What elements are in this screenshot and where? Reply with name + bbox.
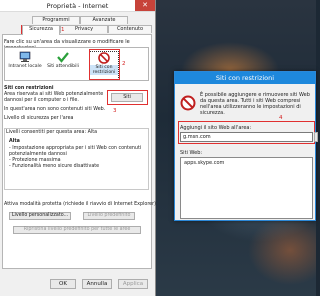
titlebar: Proprietà - Internet ✕ [0,0,155,12]
list-item[interactable]: apps.skype.com [184,160,224,166]
zone-label-trusted: Siti attendibili [47,64,79,69]
sr-message: È possibile aggiungere e rimuovere siti … [200,92,310,116]
close-button[interactable]: ✕ [135,0,155,11]
zone-heading: Siti con restrizioni [4,86,54,91]
level-heading: Livello di sicurezza per l'area [4,116,74,121]
dialog-title: Proprietà - Internet [46,2,109,10]
protected-mode-checkbox[interactable]: Attiva modalità protetta (richiede il ri… [4,202,156,207]
step-1-label: 1 [61,27,65,33]
highlight-siti-button [107,90,148,105]
ok-button[interactable]: OK [50,279,76,289]
level-bullet-1b: potenzialmente dannosi [9,152,67,157]
level-allowed-text: Livelli consentiti per questa area: Alta [6,130,98,135]
check-icon [57,52,69,63]
level-bullet-3: - Funzionalità meno sicure disattivate [9,164,100,169]
tab-row-top: Programmi Avanzate [2,16,154,25]
zone-intranet[interactable]: Intranet locale [7,51,43,69]
restricted-warning-icon [180,95,196,111]
step-2-label: 2 [122,61,126,67]
level-bullet-1: - Impostazione appropriata per i siti We… [9,146,142,151]
sr-dialog-title: Siti con restrizioni [215,74,275,82]
security-level-box: Livelli consentiti per questa area: Alta… [4,128,149,190]
internet-properties-dialog: Proprietà - Internet ✕ Programmi Avanzat… [0,0,156,296]
cancel-button[interactable]: Annulla [82,279,112,289]
sites-label: Siti Web: [180,150,203,156]
reset-all-button[interactable]: Ripristina livello predefinito per tutte… [13,226,141,234]
level-name: Alta [9,139,20,144]
custom-level-button[interactable]: Livello personalizzato... [9,212,71,220]
highlight-add-site [178,121,315,144]
security-panel: Fare clic su un'area da visualizzare o m… [2,34,156,269]
zone-trusted[interactable]: Siti attendibili [45,51,81,69]
default-level-button[interactable]: Livello predefinito [83,212,135,220]
tab-programmi[interactable]: Programmi [32,16,80,24]
zone-label-intranet: Intranet locale [8,64,42,69]
level-bullet-2: - Protezione massima [9,158,61,163]
zone-desc-line-1: Area riservata ai siti Web potenzialment… [4,92,104,97]
step-3-label: 3 [113,108,117,114]
tab-sicurezza[interactable]: Sicurezza [22,25,60,35]
apply-button[interactable]: Applica [118,279,148,289]
tab-avanzate[interactable]: Avanzate [80,16,128,24]
restricted-sites-dialog: Siti con restrizioni È possibile aggiung… [174,71,318,221]
intranet-icon [19,51,31,62]
add-button[interactable] [314,132,318,142]
sr-titlebar: Siti con restrizioni [175,72,315,84]
zones-list: Intranet locale Siti attendibili Siti co… [4,47,149,81]
tab-privacy[interactable]: Privacy [60,25,108,33]
sites-list[interactable]: apps.skype.com [180,157,313,219]
zone-empty-text: In quest'area non sono contenuti siti We… [4,107,106,112]
highlight-restricted-zone [89,49,120,80]
tab-row-bottom: Sicurezza Privacy Contenuto [2,25,154,35]
zone-desc-line-2: dannosi per il computer o i file. [4,98,79,103]
tab-contenuto[interactable]: Contenuto [108,25,152,33]
